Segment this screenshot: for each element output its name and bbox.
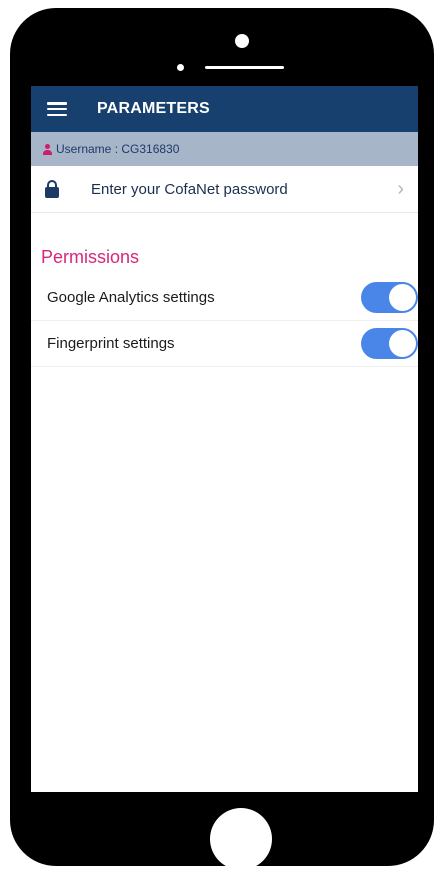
user-icon xyxy=(43,143,52,155)
proximity-sensor xyxy=(177,64,184,71)
google-analytics-toggle[interactable] xyxy=(361,282,418,313)
chevron-right-icon: › xyxy=(397,178,404,200)
user-info-bar: Username : CG316830 xyxy=(31,132,418,166)
toggle-knob xyxy=(389,284,416,311)
permissions-section-title: Permissions xyxy=(41,247,140,267)
username-label: Username : CG316830 xyxy=(56,142,180,156)
password-row-label: Enter your CofaNet password xyxy=(91,180,288,198)
lock-icon xyxy=(45,180,59,198)
setting-row-fingerprint: Fingerprint settings xyxy=(31,321,418,367)
setting-row-google-analytics: Google Analytics settings xyxy=(31,275,418,321)
setting-label: Fingerprint settings xyxy=(47,335,175,352)
app-screen: PARAMETERS Username : CG316830 Enter you… xyxy=(31,86,418,792)
setting-label: Google Analytics settings xyxy=(47,289,215,306)
app-header: PARAMETERS xyxy=(31,86,418,132)
fingerprint-toggle[interactable] xyxy=(361,328,418,359)
hamburger-menu-icon[interactable] xyxy=(47,102,67,116)
page-title: PARAMETERS xyxy=(97,100,210,117)
cofanet-password-row[interactable]: Enter your CofaNet password › xyxy=(31,166,418,213)
earpiece-speaker xyxy=(205,66,284,69)
toggle-knob xyxy=(389,330,416,357)
home-button[interactable] xyxy=(210,808,272,870)
front-camera xyxy=(235,34,249,48)
